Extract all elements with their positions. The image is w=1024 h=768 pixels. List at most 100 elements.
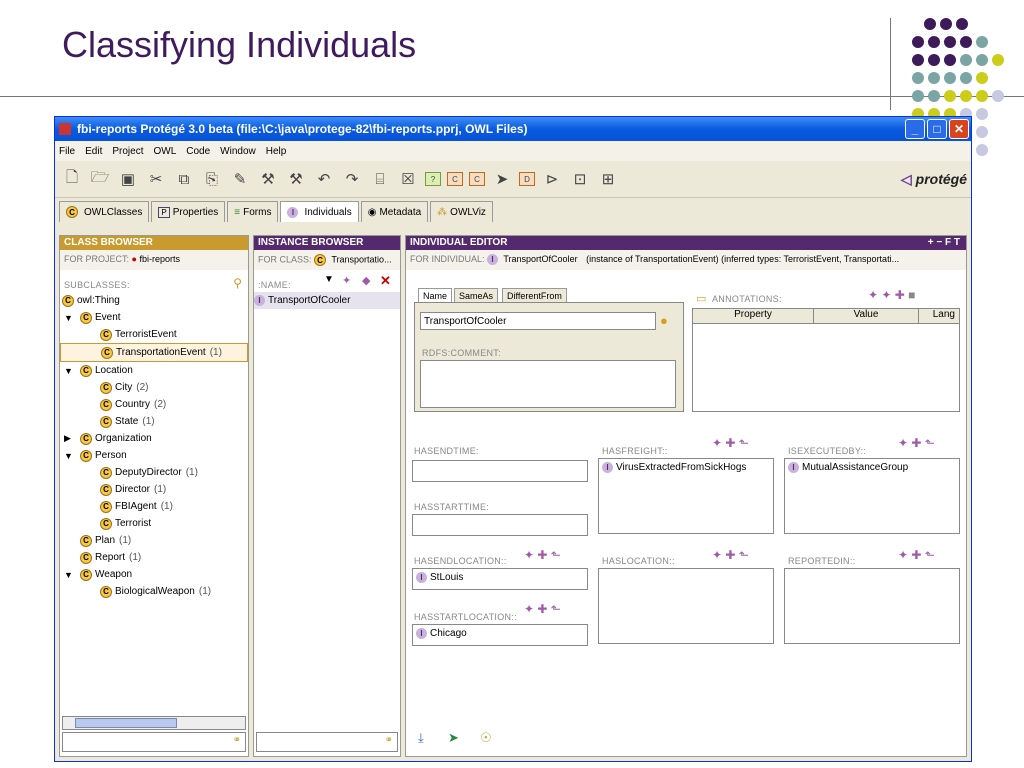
instance-search-input[interactable]: ⚭ [256, 732, 398, 752]
menu-owl[interactable]: OWL [153, 146, 176, 157]
tree-item[interactable]: ▼ C Event [60, 309, 248, 326]
menu-file[interactable]: File [59, 146, 75, 157]
tree-item[interactable]: ▼ C Weapon [60, 566, 248, 583]
tab-name[interactable]: Name [418, 288, 453, 303]
annotation-col-lang[interactable]: Lang [919, 309, 959, 323]
tree-item[interactable]: ▶ C Organization [60, 430, 248, 447]
tree-item[interactable]: C Terrorist [60, 515, 248, 532]
forward-icon[interactable]: ➤ [448, 730, 459, 746]
clipboard-icon[interactable]: ⌸ [369, 168, 391, 190]
name-field[interactable]: TransportOfCooler [420, 312, 656, 330]
new-file-icon[interactable]: 🗋 [61, 168, 83, 190]
redo-icon[interactable]: ↷ [341, 168, 363, 190]
tree-item[interactable]: ▼ C Person [60, 447, 248, 464]
tree-toggle-icon[interactable]: ▶ [64, 433, 80, 444]
haslocation-field[interactable] [598, 568, 774, 644]
classify-inferred-icon[interactable]: C [469, 172, 485, 186]
binoculars-icon[interactable]: ⚭ [233, 735, 241, 746]
hasendlocation-field[interactable]: I StLouis [412, 568, 588, 590]
wizard2-icon[interactable]: ⚒ [285, 168, 307, 190]
scroll-thumb[interactable] [75, 718, 177, 728]
form-icon[interactable]: ⊡ [569, 168, 591, 190]
tree-item[interactable]: C FBIAgent (1) [60, 498, 248, 515]
tree-item[interactable]: C City (2) [60, 379, 248, 396]
tree-item[interactable]: Cowl:Thing [60, 292, 248, 309]
tree-item[interactable]: C DeputyDirector (1) [60, 464, 248, 481]
download-icon[interactable]: ⤓ [418, 730, 424, 746]
annotation-tool-icons[interactable]: ✦ ✦ ✚ ■ [868, 288, 915, 302]
annotation-col-property[interactable]: Property [693, 309, 814, 323]
open-folder-icon[interactable]: 🗁 [89, 168, 111, 190]
editor-header-buttons[interactable]: + − F T [928, 236, 960, 250]
isexecutedby-field[interactable]: I MutualAssistanceGroup [784, 458, 960, 534]
grid-icon[interactable]: ⊞ [597, 168, 619, 190]
tab-differentfrom[interactable]: DifferentFrom [502, 288, 567, 303]
menu-project[interactable]: Project [112, 146, 143, 157]
hasstarttime-field[interactable] [412, 514, 588, 536]
export-icon[interactable]: ⊳ [541, 168, 563, 190]
tree-toggle-icon[interactable]: ▼ [64, 570, 80, 580]
wizard-icon[interactable]: ⚒ [257, 168, 279, 190]
tab-individuals[interactable]: I Individuals [280, 201, 359, 222]
copy-icon[interactable]: ⧉ [173, 168, 195, 190]
hasfreight-field[interactable]: I VirusExtractedFromSickHogs [598, 458, 774, 534]
rdfs-comment-field[interactable] [420, 360, 676, 408]
undo-icon[interactable]: ↶ [313, 168, 335, 190]
pen-icon[interactable]: ✎ [229, 168, 251, 190]
hasstartlocation-tools[interactable]: ✦ ✚ ⬑ [524, 602, 561, 616]
cut-icon[interactable]: ✂ [145, 168, 167, 190]
binoculars-icon[interactable]: ⚭ [385, 735, 393, 746]
check-consistency-icon[interactable]: ? [425, 172, 441, 186]
tree-item[interactable]: C TerroristEvent [60, 326, 248, 343]
tab-metadata[interactable]: ◉ Metadata [360, 201, 429, 222]
dropdown-icon[interactable]: ▼ [324, 274, 334, 285]
tab-sameas[interactable]: SameAs [454, 288, 499, 303]
menu-code[interactable]: Code [186, 146, 210, 157]
tree-item[interactable]: C BiologicalWeapon (1) [60, 583, 248, 600]
tab-owlclasses[interactable]: C OWLClasses [59, 201, 150, 222]
tree-toggle-icon[interactable]: ▼ [64, 451, 80, 461]
tree-item[interactable]: ▼ C Location [60, 362, 248, 379]
forward-icon[interactable]: ➤ [491, 168, 513, 190]
classify-icon[interactable]: C [447, 172, 463, 186]
tree-item[interactable]: C Country (2) [60, 396, 248, 413]
tab-owlviz[interactable]: ⁂ OWLViz [430, 201, 493, 222]
find-class-icon[interactable]: ⚲ [233, 276, 242, 290]
hasfreight-tools[interactable]: ✦ ✚ ⬑ [712, 436, 749, 450]
tab-properties[interactable]: P Properties [151, 201, 226, 222]
tree-item[interactable]: C State (1) [60, 413, 248, 430]
hasendlocation-tools[interactable]: ✦ ✚ ⬑ [524, 548, 561, 562]
tree-item[interactable]: C Director (1) [60, 481, 248, 498]
class-search-input[interactable]: ⚭ [62, 732, 246, 752]
menu-help[interactable]: Help [266, 146, 287, 157]
close-button[interactable]: ✕ [949, 119, 969, 139]
save-icon[interactable]: ▣ [117, 168, 139, 190]
menu-window[interactable]: Window [220, 146, 256, 157]
tree-item[interactable]: C TransportationEvent (1) [60, 343, 248, 362]
annotation-col-value[interactable]: Value [814, 309, 919, 323]
reportedin-tools[interactable]: ✦ ✚ ⬑ [898, 548, 935, 562]
tree-item[interactable]: C Plan (1) [60, 532, 248, 549]
reportedin-field[interactable] [784, 568, 960, 644]
hasendtime-field[interactable] [412, 460, 588, 482]
delete-instance-icon[interactable]: ✕ [380, 273, 391, 289]
minimize-button[interactable]: _ [905, 119, 925, 139]
horizontal-scrollbar[interactable] [62, 716, 246, 730]
class-link-icon[interactable]: ☉ [480, 730, 492, 746]
globe-icon[interactable]: ● [660, 313, 668, 328]
isexecutedby-tools[interactable]: ✦ ✚ ⬑ [898, 436, 935, 450]
tree-toggle-icon[interactable]: ▼ [64, 313, 80, 323]
tab-forms[interactable]: ≡ Forms [227, 201, 279, 222]
maximize-button[interactable]: □ [927, 119, 947, 139]
tree-toggle-icon[interactable]: ▼ [64, 366, 80, 376]
menu-edit[interactable]: Edit [85, 146, 102, 157]
paste-icon[interactable]: ⎘ [201, 168, 223, 190]
delete-icon[interactable]: ☒ [397, 168, 419, 190]
hasstartlocation-field[interactable]: I Chicago [412, 624, 588, 646]
dg-icon[interactable]: D [519, 172, 535, 186]
instance-item[interactable]: I TransportOfCooler [254, 292, 400, 309]
add-instance-icon[interactable]: ✦ [342, 274, 351, 287]
tree-item[interactable]: C Report (1) [60, 549, 248, 566]
haslocation-tools[interactable]: ✦ ✚ ⬑ [712, 548, 749, 562]
copy-instance-icon[interactable]: ◆ [362, 274, 370, 287]
